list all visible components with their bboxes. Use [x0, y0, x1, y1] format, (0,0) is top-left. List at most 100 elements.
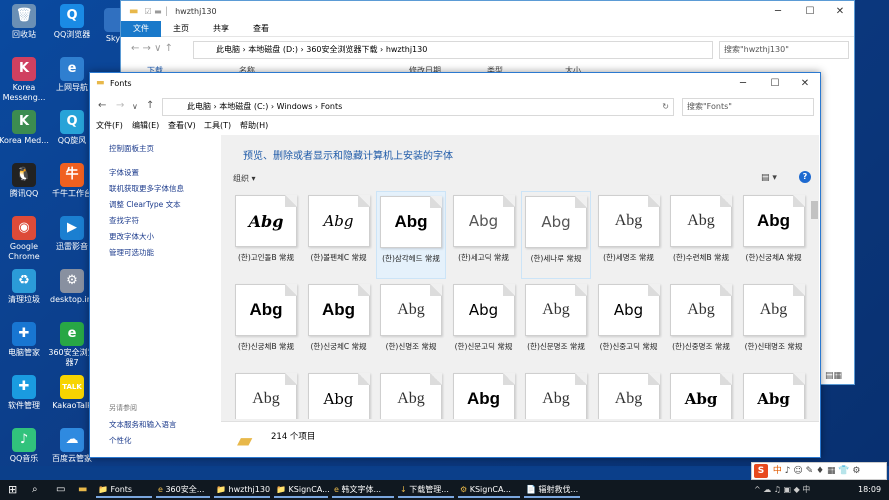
font-tile[interactable]: Abg (한)삼각헤드 常规: [376, 191, 446, 279]
tab-home[interactable]: 主页: [161, 23, 201, 34]
menu-view[interactable]: 查看(V): [168, 120, 196, 131]
quick-access-icons[interactable]: ☑ ▬ │: [144, 7, 169, 16]
font-tile[interactable]: Abg (한)신태명조 常规: [739, 280, 809, 368]
close-icon[interactable]: ✕: [827, 1, 853, 21]
font-tile[interactable]: Abg: [304, 369, 374, 419]
menu-file[interactable]: 文件(F): [96, 120, 123, 131]
desktop-icon[interactable]: 🐧 腾讯QQ: [0, 163, 50, 199]
change-font-size-link[interactable]: 更改字体大小: [109, 231, 154, 242]
font-tile[interactable]: Abg: [666, 369, 736, 419]
search-input[interactable]: 搜索"hwzthj130": [719, 41, 849, 59]
ime-toolbar[interactable]: S 中 ♪ ☺ ✎ ♦ ▦ 👕 ⚙: [751, 462, 887, 480]
tab-view[interactable]: 查看: [241, 23, 281, 34]
font-settings-link[interactable]: 字体设置: [109, 167, 139, 178]
personalization-link[interactable]: 个性化: [109, 435, 132, 446]
taskbar-item[interactable]: 📁 hwzthj130: [214, 482, 270, 498]
taskbar-item[interactable]: 📄 辐射救伐...: [524, 482, 580, 498]
font-tile[interactable]: Abg (한)세명조 常规: [594, 191, 664, 279]
view-options-icon[interactable]: ▤ ▾: [761, 173, 777, 183]
minimize-icon[interactable]: ─: [730, 73, 756, 93]
font-tile[interactable]: Abg: [594, 369, 664, 419]
font-preview: Abg: [452, 373, 515, 419]
taskbar-item[interactable]: 📁 KSignCA...: [274, 482, 330, 498]
font-tile[interactable]: Abg (한)신궁체A 常规: [739, 191, 809, 279]
cleartype-link[interactable]: 调整 ClearType 文本: [109, 199, 181, 210]
font-tile[interactable]: Abg (한)세고딕 常规: [449, 191, 519, 279]
find-character-link[interactable]: 查找字符: [109, 215, 139, 226]
desktop-icon[interactable]: ✚ 软件管理: [0, 375, 50, 411]
desktop-icon[interactable]: ◉ Google Chrome: [0, 216, 50, 262]
taskbar-item[interactable]: 📁 Fonts: [96, 482, 152, 498]
task-view-icon[interactable]: ▭: [54, 482, 65, 498]
text-services-link[interactable]: 文本服务和输入语言: [109, 419, 177, 430]
get-more-fonts-link[interactable]: 联机获取更多字体信息: [109, 183, 184, 194]
scrollbar-thumb[interactable]: [811, 201, 818, 219]
minimize-icon[interactable]: ─: [765, 1, 791, 21]
tab-file[interactable]: 文件: [121, 20, 161, 37]
taskbar-item[interactable]: ⚙ KSignCA...: [458, 482, 520, 498]
help-icon[interactable]: ?: [799, 171, 811, 183]
font-tile[interactable]: Abg (한)신문명조 常规: [521, 280, 591, 368]
taskbar-item[interactable]: e 韩文字体...: [332, 482, 394, 498]
address-bar[interactable]: 此电脑 › 本地磁盘 (D:) › 360安全浏览器下载 › hwzthj130: [193, 41, 713, 59]
font-name: (한)신궁체C 常规: [310, 342, 367, 351]
forward-arrow-icon[interactable]: →: [116, 100, 124, 111]
system-tray-icons[interactable]: ^ ☁ ♫ ▣ ◆ 中: [752, 482, 810, 498]
menu-edit[interactable]: 编辑(E): [132, 120, 159, 131]
font-tile[interactable]: Abg (한)신궁체C 常规: [304, 280, 374, 368]
menu-help[interactable]: 帮助(H): [240, 120, 268, 131]
tab-share[interactable]: 共享: [201, 23, 241, 34]
file-explorer-icon[interactable]: ▬: [76, 482, 87, 498]
desktop-icon[interactable]: ♪ QQ音乐: [0, 428, 50, 464]
manage-optional-features-link[interactable]: 管理可选功能: [109, 247, 154, 258]
ime-tools-icons[interactable]: ♪ ☺ ✎ ♦ ▦ 👕 ⚙: [785, 466, 861, 476]
font-tile[interactable]: Abg: [521, 369, 591, 419]
search-input[interactable]: 搜索"Fonts": [682, 98, 814, 116]
font-tile[interactable]: Abg (한)고인돌B 常规: [231, 191, 301, 279]
font-tile[interactable]: Abg (한)신명조 常规: [376, 280, 446, 368]
font-tile[interactable]: Abg (한)수련체B 常规: [666, 191, 736, 279]
font-tile[interactable]: Abg (한)신중고딕 常规: [594, 280, 664, 368]
font-tile[interactable]: Abg: [231, 369, 301, 419]
up-arrow-icon[interactable]: ↑: [146, 100, 154, 111]
font-tile[interactable]: Abg (한)신궁체B 常规: [231, 280, 301, 368]
font-tile[interactable]: Abg (한)신문고딕 常规: [449, 280, 519, 368]
search-icon[interactable]: ⌕: [30, 482, 38, 498]
maximize-icon[interactable]: ☐: [762, 73, 788, 93]
ime-mode[interactable]: 中: [773, 466, 782, 476]
refresh-icon[interactable]: ↻: [662, 99, 669, 115]
maximize-icon[interactable]: ☐: [797, 1, 823, 21]
desktop-icon[interactable]: 🗑 回收站: [0, 4, 50, 40]
nav-arrows[interactable]: ← → ∨ ↑: [131, 43, 173, 54]
font-tile[interactable]: Abg (한)볼펜체C 常规: [304, 191, 374, 279]
vertical-scrollbar[interactable]: [810, 191, 819, 419]
font-name: (한)신중고딕 常规: [599, 342, 658, 351]
desktop-icon[interactable]: Q QQ浏览器: [46, 4, 98, 40]
fonts-folder-large-icon: ▰: [237, 428, 253, 452]
organize-button[interactable]: 组织 ▾: [233, 173, 256, 184]
font-sample: Abg: [614, 390, 643, 407]
font-tile[interactable]: Abg (한)신중명조 常规: [666, 280, 736, 368]
desktop-icon[interactable]: K Korea Messeng...: [0, 57, 50, 103]
taskbar-item[interactable]: ↓ 下载管理...: [398, 482, 454, 498]
font-tile[interactable]: Abg (한)세나루 常规: [521, 191, 591, 279]
close-icon[interactable]: ✕: [792, 73, 818, 93]
fonts-window[interactable]: ▬ Fonts ─ ☐ ✕ ← → ∨ ↑ 此电脑 › 本地磁盘 (C:) › …: [89, 72, 821, 458]
font-sample: Abg: [397, 390, 425, 407]
font-tile[interactable]: Abg: [739, 369, 809, 419]
view-toggle-icons[interactable]: ▤▦: [825, 371, 851, 383]
desktop-icon[interactable]: ♻ 清理垃圾: [0, 269, 50, 305]
taskbar-item[interactable]: e 360安全...: [156, 482, 210, 498]
font-tile[interactable]: Abg: [376, 369, 446, 419]
start-icon[interactable]: ⊞: [6, 482, 17, 498]
font-tile[interactable]: Abg: [449, 369, 519, 419]
control-panel-home-link[interactable]: 控制面板主页: [109, 143, 154, 154]
chevron-down-icon[interactable]: ∨: [132, 102, 138, 111]
menu-tools[interactable]: 工具(T): [204, 120, 231, 131]
desktop-icon[interactable]: ✚ 电脑管家: [0, 322, 50, 358]
font-name: (한)수련체B 常规: [673, 253, 729, 262]
sogou-icon[interactable]: S: [754, 464, 768, 478]
back-arrow-icon[interactable]: ←: [98, 100, 106, 111]
desktop-icon[interactable]: K Korea Med...: [0, 110, 50, 146]
address-bar[interactable]: 此电脑 › 本地磁盘 (C:) › Windows › Fonts ↻: [162, 98, 674, 116]
